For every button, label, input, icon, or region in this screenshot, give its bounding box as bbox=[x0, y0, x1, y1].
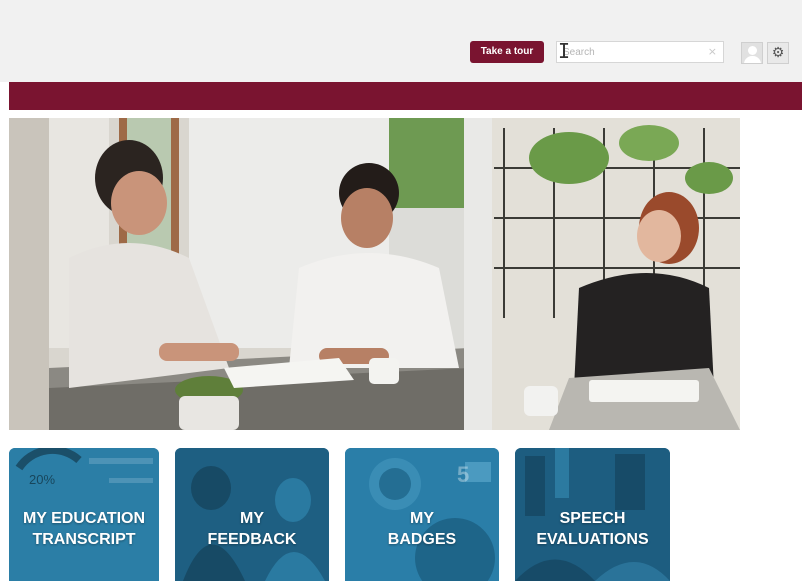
gear-icon[interactable]: ⚙ bbox=[767, 42, 789, 64]
tile-education-transcript[interactable]: 20% MY EDUCATION TRANSCRIPT bbox=[9, 448, 159, 581]
user-avatar-icon[interactable] bbox=[741, 42, 763, 64]
search-box[interactable]: × bbox=[556, 41, 724, 63]
search-input[interactable] bbox=[563, 44, 703, 61]
tile-my-badges[interactable]: 5 MY BADGES bbox=[345, 448, 499, 581]
tile-speech-evaluations[interactable]: SPEECH EVALUATIONS bbox=[515, 448, 670, 581]
tile-label: MY BADGES bbox=[387, 510, 457, 548]
tile-badge: 20% bbox=[29, 472, 56, 487]
tile-label: MY EDUCATION TRANSCRIPT bbox=[22, 510, 146, 548]
hero-photo-banner bbox=[9, 118, 740, 430]
tile-my-feedback[interactable]: MY FEEDBACK bbox=[175, 448, 329, 581]
accent-nav-bar bbox=[9, 82, 802, 110]
text-cursor-icon: I bbox=[558, 39, 571, 63]
take-a-tour-button[interactable]: Take a tour bbox=[470, 41, 544, 63]
tile-badge: 5 bbox=[457, 462, 470, 487]
tile-label: MY FEEDBACK bbox=[207, 510, 297, 548]
top-header: Take a tour × I ⚙ bbox=[0, 0, 802, 82]
search-clear-icon[interactable]: × bbox=[708, 45, 717, 58]
tile-label: SPEECH EVALUATIONS bbox=[536, 510, 649, 548]
